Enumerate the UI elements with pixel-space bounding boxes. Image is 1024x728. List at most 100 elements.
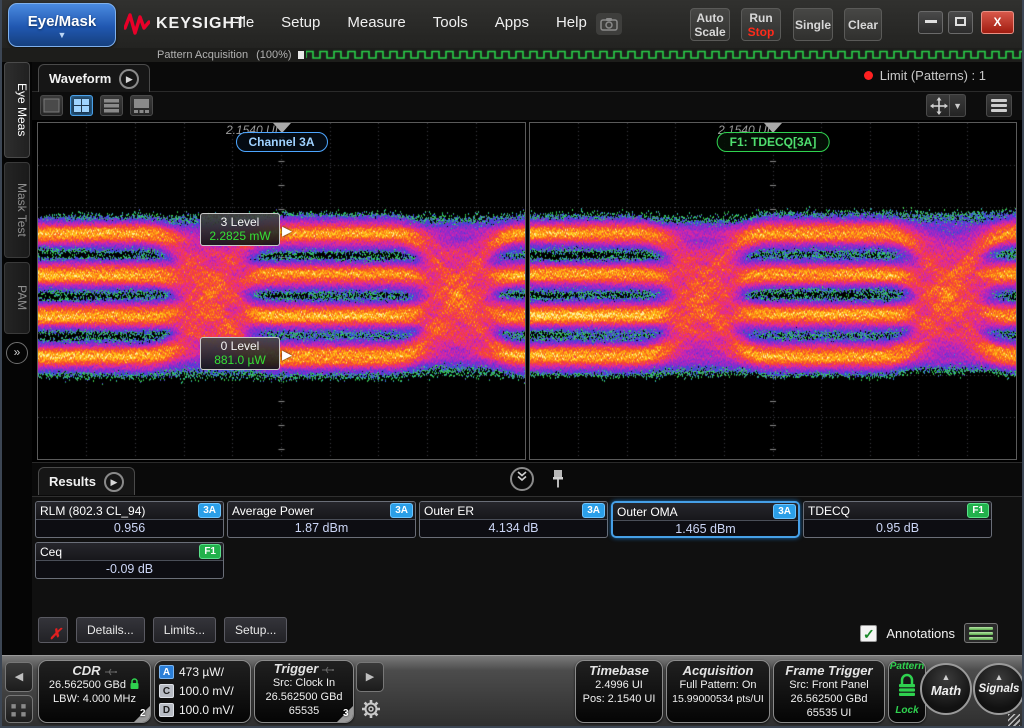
eye-mask-mode-button[interactable]: Eye/Mask ▼ [8, 3, 116, 47]
run-stop-button[interactable]: Run Stop [741, 8, 781, 41]
clear-button[interactable]: Clear [844, 8, 882, 41]
measurement-card-rlm[interactable]: RLM (802.3 CL_94)3A 0.956 [35, 501, 224, 538]
source-pill-tdecq[interactable]: F1: TDECQ[3A] [717, 132, 830, 152]
waveform-pane-tdecq[interactable]: 2.1540 UI F1: TDECQ[3A] [529, 122, 1017, 460]
waveform-pane-channel3a[interactable]: 2.1540 UI Channel 3A 3 Level 2.2825 mW ▶… [37, 122, 526, 460]
menu-help[interactable]: Help [556, 14, 587, 31]
sidebar-tab-mask-test[interactable]: Mask Test [4, 162, 30, 258]
measurement-card-outer-er[interactable]: Outer ER3A 4.134 dB [419, 501, 608, 538]
source-badge: F1 [967, 503, 989, 518]
single-button[interactable]: Single [793, 8, 833, 41]
annotation-style-button[interactable] [964, 623, 998, 643]
source-pill-channel3a[interactable]: Channel 3A [235, 132, 327, 152]
timebase-position: Pos: 2.1540 UI [576, 692, 662, 706]
signals-button[interactable]: ▲ Signals [973, 663, 1024, 715]
up-arrow-icon: ▲ [975, 671, 1023, 683]
math-button[interactable]: ▲ Math [920, 663, 972, 715]
maximize-button[interactable] [948, 11, 973, 34]
sidebar-tab-pam[interactable]: PAM [4, 262, 30, 334]
tab-waveform[interactable]: Waveform ▶ [38, 64, 150, 92]
layout-rows-button[interactable] [100, 95, 123, 116]
results-tab-label: Results [49, 474, 96, 489]
waveform-tab-menu-icon[interactable]: ▶ [119, 69, 139, 89]
sidebar-tab-eye-meas[interactable]: Eye Meas [4, 62, 30, 158]
limit-status-text: Limit (Patterns) : 1 [880, 68, 986, 83]
left-sidebar: Eye Meas Mask Test PAM » [2, 62, 32, 655]
pattern-acquisition-bar: Pattern Acquisition (100%) [2, 48, 1022, 62]
measurement-card-ceq[interactable]: CeqF1 -0.09 dB [35, 542, 224, 579]
layout-single-icon [41, 96, 62, 115]
limits-button[interactable]: Limits... [153, 617, 216, 643]
statusbar-prev-button[interactable]: ◀ [5, 662, 33, 692]
annotations-control: ✓ Annotations [860, 623, 998, 643]
camera-icon [600, 17, 618, 31]
source-badge: F1 [199, 544, 221, 559]
level0-annotation[interactable]: 0 Level 881.0 µW [200, 337, 280, 370]
cdr-panel[interactable]: CDR 26.562500 GBd LBW: 4.000 MHz 2 [38, 660, 151, 723]
keysight-logo: KEYSIGHT [124, 12, 246, 36]
menu-setup[interactable]: Setup [281, 14, 320, 31]
math-label: Math [922, 683, 970, 698]
pin-icon[interactable] [552, 469, 564, 489]
auto-scale-button[interactable]: Auto Scale [690, 8, 730, 41]
measurement-value: 0.956 [36, 520, 223, 537]
limit-red-dot-icon [864, 71, 873, 80]
measurement-card-average-power[interactable]: Average Power3A 1.87 dBm [227, 501, 416, 538]
menu-apps[interactable]: Apps [495, 14, 529, 31]
source-badge: 3A [773, 504, 796, 519]
layout-single-button[interactable] [40, 95, 63, 116]
keysight-spark-icon [124, 12, 150, 36]
up-arrow-icon: ▲ [922, 671, 970, 683]
waveform-toolbar: ▼ [32, 92, 1024, 120]
close-button[interactable]: X [981, 11, 1014, 34]
results-panel: Results ▶ RLM (8 [32, 462, 1024, 655]
acquisition-title: Acquisition [667, 663, 769, 678]
minimize-button[interactable] [918, 11, 943, 34]
channel-a-badge: A [159, 665, 174, 679]
results-tab-menu-icon[interactable]: ▶ [104, 472, 124, 492]
level0-title: 0 Level [201, 339, 279, 353]
timebase-title: Timebase [576, 663, 662, 678]
results-buttons: ✗ Details... Limits... Setup... [38, 617, 287, 643]
gear-icon [360, 698, 382, 720]
trigger-panel[interactable]: Trigger Src: Clock In 26.562500 GBd 6553… [254, 660, 354, 723]
timebase-panel[interactable]: Timebase 2.4996 UI Pos: 2.1540 UI [575, 660, 663, 723]
sidebar-expand-button[interactable]: » [6, 342, 28, 364]
collapse-results-button[interactable] [510, 467, 534, 491]
menu-measure[interactable]: Measure [347, 14, 405, 31]
pan-tool-button[interactable]: ▼ [926, 94, 966, 117]
details-button[interactable]: Details... [76, 617, 145, 643]
menu-file[interactable]: File [230, 14, 254, 31]
measurement-card-tdecq[interactable]: TDECQF1 0.95 dB [803, 501, 992, 538]
limit-status: Limit (Patterns) : 1 [864, 68, 986, 83]
frame-trigger-panel[interactable]: Frame Trigger Src: Front Panel 26.562500… [773, 660, 885, 723]
layout-quad-button[interactable] [70, 95, 93, 116]
hamburger-icon [991, 97, 1007, 114]
menu-tools[interactable]: Tools [433, 14, 468, 31]
results-tab-bar: Results ▶ [32, 463, 1024, 497]
display-menu-button[interactable] [986, 94, 1012, 117]
statusbar-next-button[interactable]: ▶ [356, 662, 384, 692]
screenshot-button[interactable] [596, 13, 622, 35]
results-header-tools [510, 467, 564, 491]
channel-d-badge: D [159, 703, 174, 717]
waveform-tab-label: Waveform [49, 71, 111, 86]
tab-results[interactable]: Results ▶ [38, 467, 135, 495]
measurement-value: 4.134 dB [420, 520, 607, 537]
source-badge: 3A [582, 503, 605, 518]
settings-button[interactable] [357, 695, 384, 723]
pan-tool-dropdown-icon[interactable]: ▼ [949, 95, 962, 116]
source-badge: 3A [390, 503, 413, 518]
acquisition-panel[interactable]: Acquisition Full Pattern: On 15.99000534… [666, 660, 770, 723]
trigger-source: Src: Clock In [255, 676, 353, 690]
level3-annotation[interactable]: 3 Level 2.2825 mW [200, 213, 280, 246]
statusbar-grid-button[interactable]: ■ ■■ ■ [5, 695, 33, 723]
delete-measurement-button[interactable]: ✗ [38, 617, 68, 643]
channel-scale-panel[interactable]: A473 µW/ C100.0 mV/ D100.0 mV/ [154, 660, 251, 723]
auto-scale-line1: Auto [696, 11, 723, 25]
resize-grip[interactable] [1008, 714, 1020, 726]
measurement-card-outer-oma[interactable]: Outer OMA3A 1.465 dBm [611, 501, 800, 538]
setup-button[interactable]: Setup... [224, 617, 287, 643]
layout-main-thumbs-button[interactable] [130, 95, 153, 116]
annotations-checkbox[interactable]: ✓ [860, 625, 877, 642]
